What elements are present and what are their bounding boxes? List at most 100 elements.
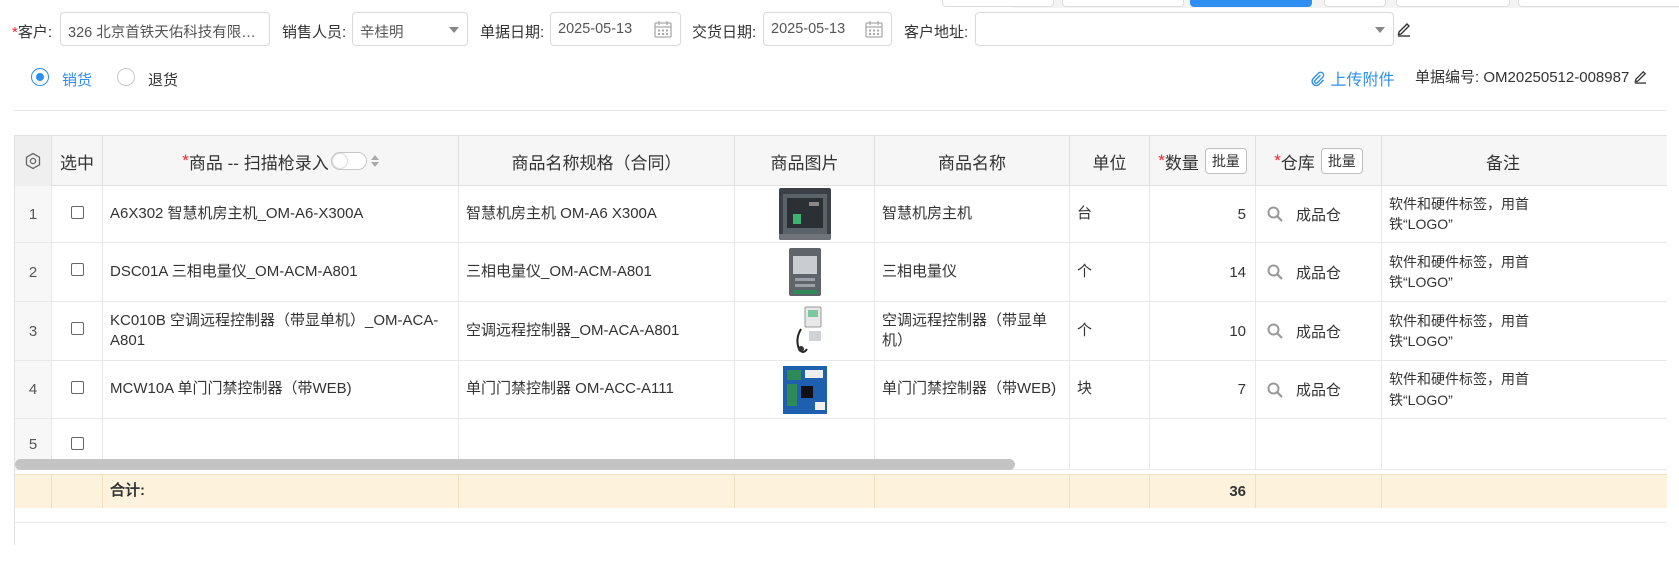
spec-cell[interactable]: 单门门禁控制器 OM-ACC-A111 bbox=[459, 361, 735, 418]
warehouse-cell[interactable]: 成品仓 bbox=[1256, 302, 1382, 360]
qty-cell[interactable] bbox=[1150, 419, 1256, 469]
header-warehouse-label: 仓库 bbox=[1280, 153, 1315, 173]
table-row[interactable]: 2 DSC01A 三相电量仪_OM-ACM-A801 三相电量仪_OM-ACM-A8… bbox=[15, 243, 1667, 302]
row-checkbox[interactable] bbox=[70, 381, 84, 394]
order-lines-table: 选中 * 商品 -- 扫描枪录入 商品名称规格（合同） 商品图片 商品名称 单位 … bbox=[14, 135, 1667, 545]
delivery-date-field[interactable]: 2025-05-13 bbox=[763, 12, 892, 46]
table-row[interactable]: 3 KC010B 空调远程控制器（带显单机）_OM-ACA-A801 空调远程控制器… bbox=[15, 302, 1667, 361]
scan-toggle-switch[interactable] bbox=[330, 152, 367, 170]
note-cell[interactable] bbox=[1382, 419, 1667, 469]
doc-date-label: 单据日期: bbox=[480, 24, 545, 41]
row-select-cell bbox=[52, 361, 103, 418]
spec-cell[interactable]: 智慧机房主机 OM-A6 X300A bbox=[459, 186, 735, 242]
name-cell: 空调远程控制器（带显单机） bbox=[875, 302, 1070, 360]
note-cell[interactable]: 软件和硬件标签，用首铁“LOGO” bbox=[1382, 361, 1667, 418]
note-cell[interactable]: 软件和硬件标签，用首铁“LOGO” bbox=[1382, 302, 1667, 360]
header-select: 选中 bbox=[52, 136, 103, 186]
product-image[interactable] bbox=[778, 363, 831, 416]
table-row[interactable]: 1 A6X302 智慧机房主机_OM-A6-X300A 智慧机房主机 OM-A6 X… bbox=[15, 186, 1667, 243]
edit-icon[interactable] bbox=[1396, 21, 1412, 37]
upload-attachment-link[interactable]: 上传附件 bbox=[1310, 66, 1394, 90]
search-icon[interactable] bbox=[1266, 381, 1284, 399]
product-image[interactable] bbox=[778, 305, 831, 357]
header-spec: 商品名称规格（合同） bbox=[459, 136, 735, 186]
sort-icon[interactable] bbox=[370, 155, 379, 167]
product-cell[interactable]: A6X302 智慧机房主机_OM-A6-X300A bbox=[103, 186, 459, 242]
customer-field[interactable]: 326 北京首铁天佑科技有限公司 bbox=[60, 12, 270, 46]
product-image[interactable] bbox=[778, 188, 831, 240]
product-cell[interactable]: DSC01A 三相电量仪_OM-ACM-A801 bbox=[103, 243, 459, 301]
header-name: 商品名称 bbox=[875, 136, 1070, 186]
row-checkbox[interactable] bbox=[70, 322, 84, 335]
horizontal-scrollbar[interactable] bbox=[15, 459, 1015, 470]
note-cell[interactable]: 软件和硬件标签，用首铁“LOGO” bbox=[1382, 243, 1667, 301]
search-icon[interactable] bbox=[1266, 322, 1284, 340]
unit-cell: 个 bbox=[1070, 302, 1150, 360]
tab-stub[interactable] bbox=[942, 0, 1054, 7]
qty-cell[interactable]: 10 bbox=[1150, 302, 1256, 360]
product-cell[interactable]: MCW10A 单门门禁控制器（带WEB) bbox=[103, 361, 459, 418]
top-tab-strip bbox=[942, 0, 1679, 8]
spec-cell[interactable]: 空调远程控制器_OM-ACA-A801 bbox=[459, 302, 735, 360]
image-cell bbox=[735, 243, 875, 301]
unit-cell: 块 bbox=[1070, 361, 1150, 418]
settings-icon bbox=[25, 152, 41, 170]
product-image[interactable] bbox=[778, 246, 831, 298]
doc-number-value: OM20250512-008987 bbox=[1483, 69, 1630, 86]
doc-date-field[interactable]: 2025-05-13 bbox=[550, 12, 681, 46]
doc-date-value: 2025-05-13 bbox=[558, 21, 633, 37]
summary-row: 合计: 36 bbox=[15, 474, 1667, 508]
image-cell bbox=[735, 186, 875, 242]
row-select-cell bbox=[52, 186, 103, 242]
product-cell[interactable]: KC010B 空调远程控制器（带显单机）_OM-ACA-A801 bbox=[103, 302, 459, 360]
customer-value: 326 北京首铁天佑科技有限公司 bbox=[68, 25, 264, 41]
sales-label: 销售人员: bbox=[282, 24, 347, 41]
note-cell[interactable]: 软件和硬件标签，用首铁“LOGO” bbox=[1382, 186, 1667, 242]
edit-icon[interactable] bbox=[1633, 69, 1648, 84]
qty-cell[interactable]: 7 bbox=[1150, 361, 1256, 418]
warehouse-cell[interactable]: 成品仓 bbox=[1256, 361, 1382, 418]
sale-radio-label[interactable]: 销货 bbox=[62, 69, 92, 90]
qty-cell[interactable]: 14 bbox=[1150, 243, 1256, 301]
divider bbox=[14, 522, 1666, 523]
divider bbox=[14, 110, 1666, 111]
return-radio-label[interactable]: 退货 bbox=[148, 69, 178, 90]
chevron-down-icon bbox=[449, 27, 459, 33]
sale-radio[interactable] bbox=[31, 68, 49, 86]
column-settings-button[interactable] bbox=[15, 136, 52, 186]
header-unit: 单位 bbox=[1070, 136, 1150, 186]
row-checkbox[interactable] bbox=[70, 437, 84, 450]
doc-number-label: 单据编号: bbox=[1415, 69, 1480, 86]
paperclip-icon bbox=[1311, 71, 1325, 87]
doc-number: 单据编号: OM20250512-008987 bbox=[1415, 66, 1648, 87]
row-index: 1 bbox=[15, 186, 52, 242]
tab-stub[interactable] bbox=[1324, 0, 1386, 7]
search-icon[interactable] bbox=[1266, 263, 1284, 281]
search-icon[interactable] bbox=[1266, 205, 1284, 223]
calendar-icon bbox=[654, 21, 672, 38]
name-cell: 三相电量仪 bbox=[875, 243, 1070, 301]
image-cell bbox=[735, 302, 875, 360]
row-index: 3 bbox=[15, 302, 52, 360]
row-checkbox[interactable] bbox=[70, 206, 84, 219]
qty-batch-button[interactable]: 批量 bbox=[1204, 148, 1247, 174]
tab-stub[interactable] bbox=[1062, 0, 1184, 7]
delivery-date-value: 2025-05-13 bbox=[771, 21, 846, 37]
tab-stub-active[interactable] bbox=[1190, 0, 1312, 7]
sales-select[interactable]: 辛桂明 bbox=[352, 12, 468, 46]
warehouse-cell[interactable]: 成品仓 bbox=[1256, 186, 1382, 242]
warehouse-cell[interactable] bbox=[1256, 419, 1382, 469]
header-qty: * 数量 批量 bbox=[1150, 136, 1256, 186]
unit-cell: 个 bbox=[1070, 243, 1150, 301]
spec-cell[interactable]: 三相电量仪_OM-ACM-A801 bbox=[459, 243, 735, 301]
return-radio[interactable] bbox=[117, 68, 135, 86]
table-row[interactable]: 4 MCW10A 单门门禁控制器（带WEB) 单门门禁控制器 OM-ACC-A111… bbox=[15, 361, 1667, 419]
tab-stub[interactable] bbox=[1396, 0, 1510, 7]
qty-cell[interactable]: 5 bbox=[1150, 186, 1256, 242]
warehouse-batch-button[interactable]: 批量 bbox=[1320, 148, 1363, 174]
header-product-label: 商品 -- 扫描枪录入 bbox=[188, 153, 329, 173]
tab-stub[interactable] bbox=[1518, 0, 1679, 7]
warehouse-cell[interactable]: 成品仓 bbox=[1256, 243, 1382, 301]
row-checkbox[interactable] bbox=[70, 263, 84, 276]
address-select[interactable] bbox=[975, 12, 1394, 46]
